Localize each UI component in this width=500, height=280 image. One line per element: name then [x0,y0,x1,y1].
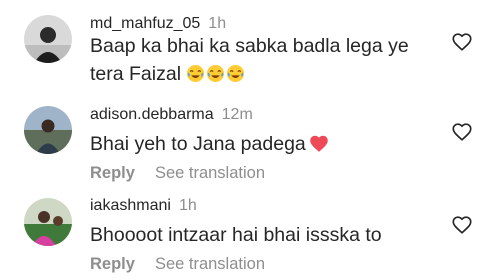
avatar[interactable] [24,106,72,154]
username[interactable]: md_mahfuz_05 [90,15,200,32]
reply-button[interactable]: Reply [90,164,135,182]
avatar-photo-icon [24,198,72,246]
comment-time: 1h [208,15,227,32]
avatar[interactable] [24,15,72,63]
red-heart-icon [310,135,328,152]
comment-text-content: Bhoooot intzaar hai bhai issska to [90,224,382,246]
comment-item: adison.debbarma 12m Bhai yeh to Jana pade… [0,95,500,190]
comment-text: Bhai yeh to Jana padega [90,130,435,158]
comment-item: md_mahfuz_05 1h Baap ka bhai ka sabka bad… [0,0,500,95]
comment-text-content: Baap ka bhai ka sabka badla lega ye tera… [90,35,409,85]
like-heart-icon[interactable] [451,121,473,143]
see-translation-link[interactable]: See translation [155,164,265,182]
comment-actions: Reply See translation [90,163,265,183]
avatar-photo-icon [24,106,72,154]
face-with-tears-of-joy-icon [187,64,205,83]
comment-text: Baap ka bhai ka sabka badla lega ye tera… [90,32,435,88]
username[interactable]: adison.debbarma [90,106,214,123]
username[interactable]: iakashmani [90,197,171,214]
avatar[interactable] [24,198,72,246]
like-heart-icon[interactable] [451,214,473,236]
comment-time: 1h [178,197,197,214]
comment-time: 12m [221,106,253,123]
comment-text-content: Bhai yeh to Jana padega [90,133,306,155]
avatar-photo-icon [24,15,72,63]
like-heart-icon[interactable] [451,31,473,53]
comment-meta: md_mahfuz_05 1h [90,14,226,34]
comment-text: Bhoooot intzaar hai bhai issska to [90,221,435,249]
comment-item: iakashmani 1h Bhoooot intzaar hai bhai is… [0,190,500,280]
comment-meta: iakashmani 1h [90,196,197,216]
comment-actions: Reply See translation [90,254,265,274]
face-with-tears-of-joy-icon [207,64,225,83]
see-translation-link[interactable]: See translation [155,255,265,273]
reply-button[interactable]: Reply [90,255,135,273]
face-with-tears-of-joy-icon [227,64,245,83]
comment-meta: adison.debbarma 12m [90,105,253,125]
